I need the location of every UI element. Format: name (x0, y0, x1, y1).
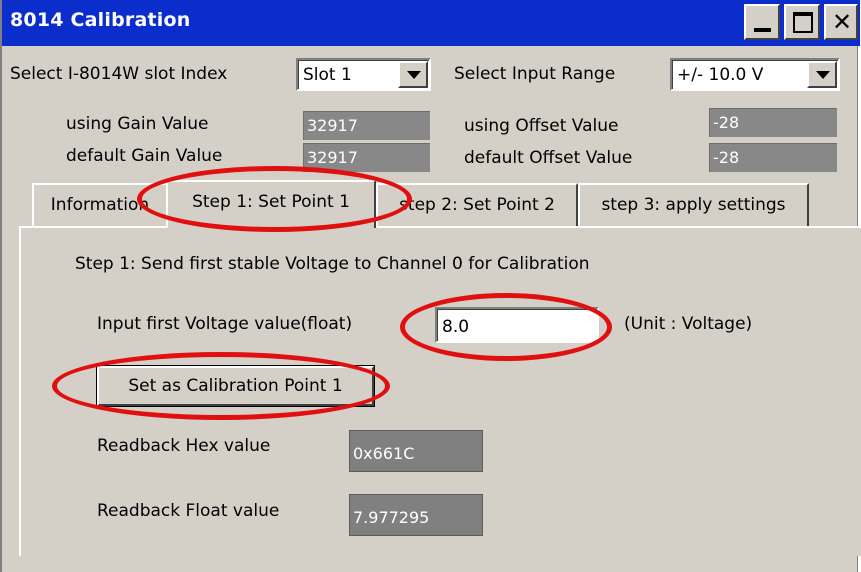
tab-step3[interactable]: step 3: apply settings (578, 183, 809, 226)
window-title: 8014 Calibration (10, 9, 191, 31)
set-calibration-point-label: Set as Calibration Point 1 (128, 376, 343, 396)
voltage-input-label: Input first Voltage value(float) (97, 314, 353, 334)
using-gain-value: 32917 (307, 116, 358, 135)
minimize-button[interactable] (744, 4, 780, 40)
using-gain-label: using Gain Value (66, 114, 209, 134)
tab-label: Information (50, 195, 150, 215)
readback-float-label: Readback Float value (97, 501, 280, 521)
tab-information[interactable]: Information (32, 183, 168, 226)
slot-index-select[interactable]: Slot 1 (296, 58, 431, 91)
maximize-button[interactable] (784, 4, 820, 40)
tab-step2[interactable]: step 2: Set Point 2 (376, 183, 578, 226)
step1-instruction: Step 1: Send first stable Voltage to Cha… (75, 254, 590, 274)
minimize-icon (754, 28, 771, 32)
tab-label: Step 1: Set Point 1 (192, 192, 350, 212)
tab-label: step 2: Set Point 2 (399, 195, 555, 215)
set-calibration-point-button[interactable]: Set as Calibration Point 1 (97, 366, 374, 406)
default-gain-field: 32917 (303, 143, 430, 172)
chevron-down-icon[interactable] (807, 61, 837, 88)
readback-float-field: 7.977295 (349, 494, 483, 536)
default-offset-field: -28 (709, 143, 837, 172)
using-offset-field: -28 (709, 108, 837, 137)
close-button[interactable]: ✕ (824, 4, 858, 40)
voltage-input-value: 8.0 (442, 317, 470, 337)
calibration-window: 8014 Calibration ✕ Select I-8014W slot I… (0, 0, 861, 572)
slot-index-label: Select I-8014W slot Index (10, 64, 228, 84)
readback-float-value: 7.977295 (353, 508, 430, 527)
default-gain-label: default Gain Value (66, 146, 223, 166)
close-icon: ✕ (832, 8, 853, 36)
readback-hex-field: 0x661C (349, 430, 483, 472)
input-range-select[interactable]: +/- 10.0 V (670, 58, 840, 91)
maximize-icon (793, 12, 813, 33)
chevron-down-icon[interactable] (398, 61, 428, 88)
using-offset-label: using Offset Value (464, 116, 619, 136)
unit-label: (Unit : Voltage) (624, 314, 753, 334)
readback-hex-value: 0x661C (353, 444, 415, 463)
using-gain-field: 32917 (303, 111, 430, 140)
voltage-input[interactable]: 8.0 (435, 307, 599, 343)
default-offset-label: default Offset Value (464, 148, 633, 168)
tab-label: step 3: apply settings (601, 195, 786, 215)
title-bar: 8014 Calibration ✕ (2, 0, 860, 46)
tab-step1[interactable]: Step 1: Set Point 1 (166, 180, 376, 228)
default-gain-value: 32917 (307, 148, 358, 167)
input-range-label: Select Input Range (454, 64, 616, 84)
default-offset-value: -28 (713, 148, 740, 167)
using-offset-value: -28 (713, 113, 740, 132)
slot-index-value: Slot 1 (303, 65, 352, 85)
input-range-value: +/- 10.0 V (677, 65, 764, 85)
readback-hex-label: Readback Hex value (97, 436, 271, 456)
